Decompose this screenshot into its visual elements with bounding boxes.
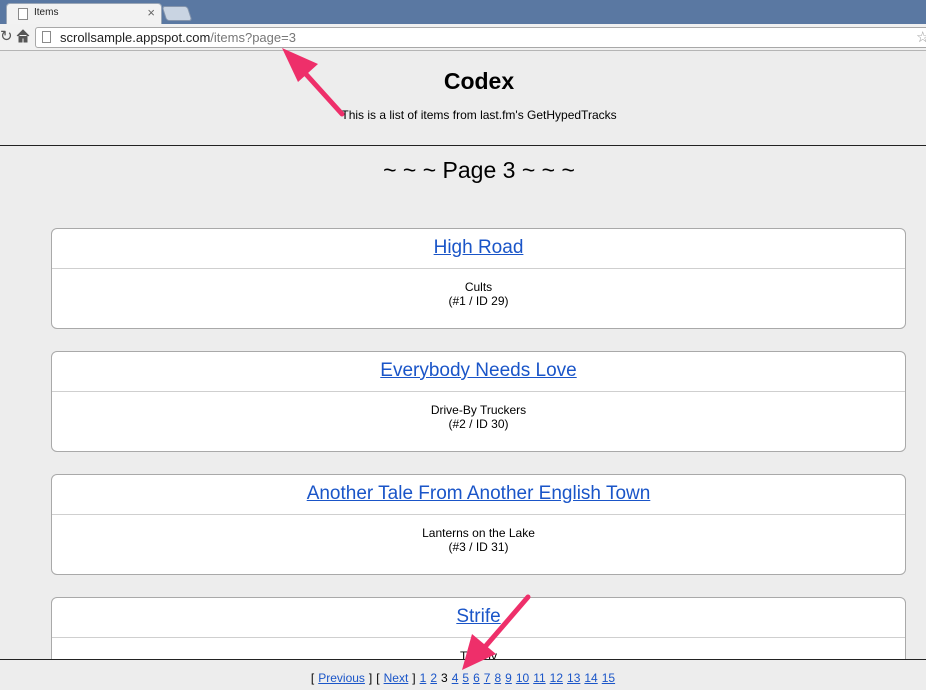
item-title-row: Strife [52, 598, 905, 638]
item-card: Another Tale From Another English Town L… [51, 474, 906, 575]
browser-toolbar: ↻ scrollsample.appspot.com/items?page=3 … [0, 24, 926, 51]
bracket-open: [ [376, 671, 380, 685]
item-card: Everybody Needs Love Drive-By Truckers (… [51, 351, 906, 452]
page-title: Codex [443, 68, 515, 94]
page-subtitle: This is a list of items from last.fm's G… [341, 108, 617, 122]
page-number-heading: ~ ~ ~ Page 3 ~ ~ ~ [383, 157, 575, 183]
url-host: scrollsample.appspot.com [60, 30, 211, 45]
url-text[interactable]: scrollsample.appspot.com/items?page=3 [60, 30, 296, 45]
item-title-link[interactable]: High Road [434, 237, 524, 258]
page-icon [18, 8, 28, 20]
item-meta: (#2 / ID 30) [448, 417, 509, 431]
page-link-10[interactable]: 10 [516, 671, 529, 685]
bracket-open: [ [310, 671, 315, 685]
item-title-link[interactable]: Strife [456, 606, 500, 627]
item-title-row: High Road [52, 229, 905, 269]
bracket-close: ] [412, 671, 416, 685]
item-card: High Road Cults (#1 / ID 29) [51, 228, 906, 329]
pagination-bar: [Previous][Next] 1 2 3 4 5 6 7 8 9 10 11 12 13 14 15 [0, 659, 926, 690]
page-link-7[interactable]: 7 [484, 671, 491, 685]
page-link-13[interactable]: 13 [567, 671, 580, 685]
reload-icon[interactable]: ↻ [0, 29, 13, 45]
item-body: Cults (#1 / ID 29) [52, 269, 905, 308]
page-link-15[interactable]: 15 [602, 671, 615, 685]
site-header: Codex This is a list of items from last.… [0, 52, 926, 146]
bracket-close: ] [368, 671, 373, 685]
item-title-link[interactable]: Everybody Needs Love [380, 360, 576, 381]
page-link-4[interactable]: 4 [452, 671, 459, 685]
page-link-11[interactable]: 11 [533, 671, 545, 685]
page-link-14[interactable]: 14 [584, 671, 597, 685]
item-artist: Drive-By Truckers [430, 403, 527, 417]
item-meta: (#1 / ID 29) [448, 294, 509, 308]
item-artist: Cults [464, 280, 493, 294]
address-bar[interactable]: scrollsample.appspot.com/items?page=3 ☆ [35, 27, 926, 48]
next-page-link[interactable]: Next [384, 671, 409, 685]
page-link-12[interactable]: 12 [550, 671, 563, 685]
tab-title: Items [34, 7, 59, 18]
item-meta: (#3 / ID 31) [448, 540, 509, 554]
url-path: /items?page=3 [210, 30, 296, 45]
item-artist: Lanterns on the Lake [422, 526, 535, 540]
new-tab-button[interactable] [161, 6, 193, 21]
item-body: Lanterns on the Lake (#3 / ID 31) [52, 515, 905, 554]
item-title-row: Everybody Needs Love [52, 352, 905, 392]
browser-tabstrip: Items × [0, 0, 926, 24]
page-link-9[interactable]: 9 [505, 671, 512, 685]
home-icon[interactable] [16, 28, 30, 44]
page-link-2[interactable]: 2 [430, 671, 437, 685]
close-icon[interactable]: × [147, 5, 155, 21]
page-link-5[interactable]: 5 [462, 671, 469, 685]
page-link-6[interactable]: 6 [473, 671, 480, 685]
item-title-link[interactable]: Another Tale From Another English Town [307, 483, 651, 504]
bookmark-star-icon[interactable]: ☆ [916, 28, 926, 46]
page-icon [42, 31, 51, 43]
page-link-8[interactable]: 8 [494, 671, 501, 685]
page-link-1[interactable]: 1 [420, 671, 427, 685]
item-title-row: Another Tale From Another English Town [52, 475, 905, 515]
browser-tab[interactable]: Items × [6, 3, 162, 24]
previous-page-link[interactable]: Previous [318, 671, 365, 685]
item-body: Drive-By Truckers (#2 / ID 30) [52, 392, 905, 431]
current-page: 3 [441, 671, 448, 685]
